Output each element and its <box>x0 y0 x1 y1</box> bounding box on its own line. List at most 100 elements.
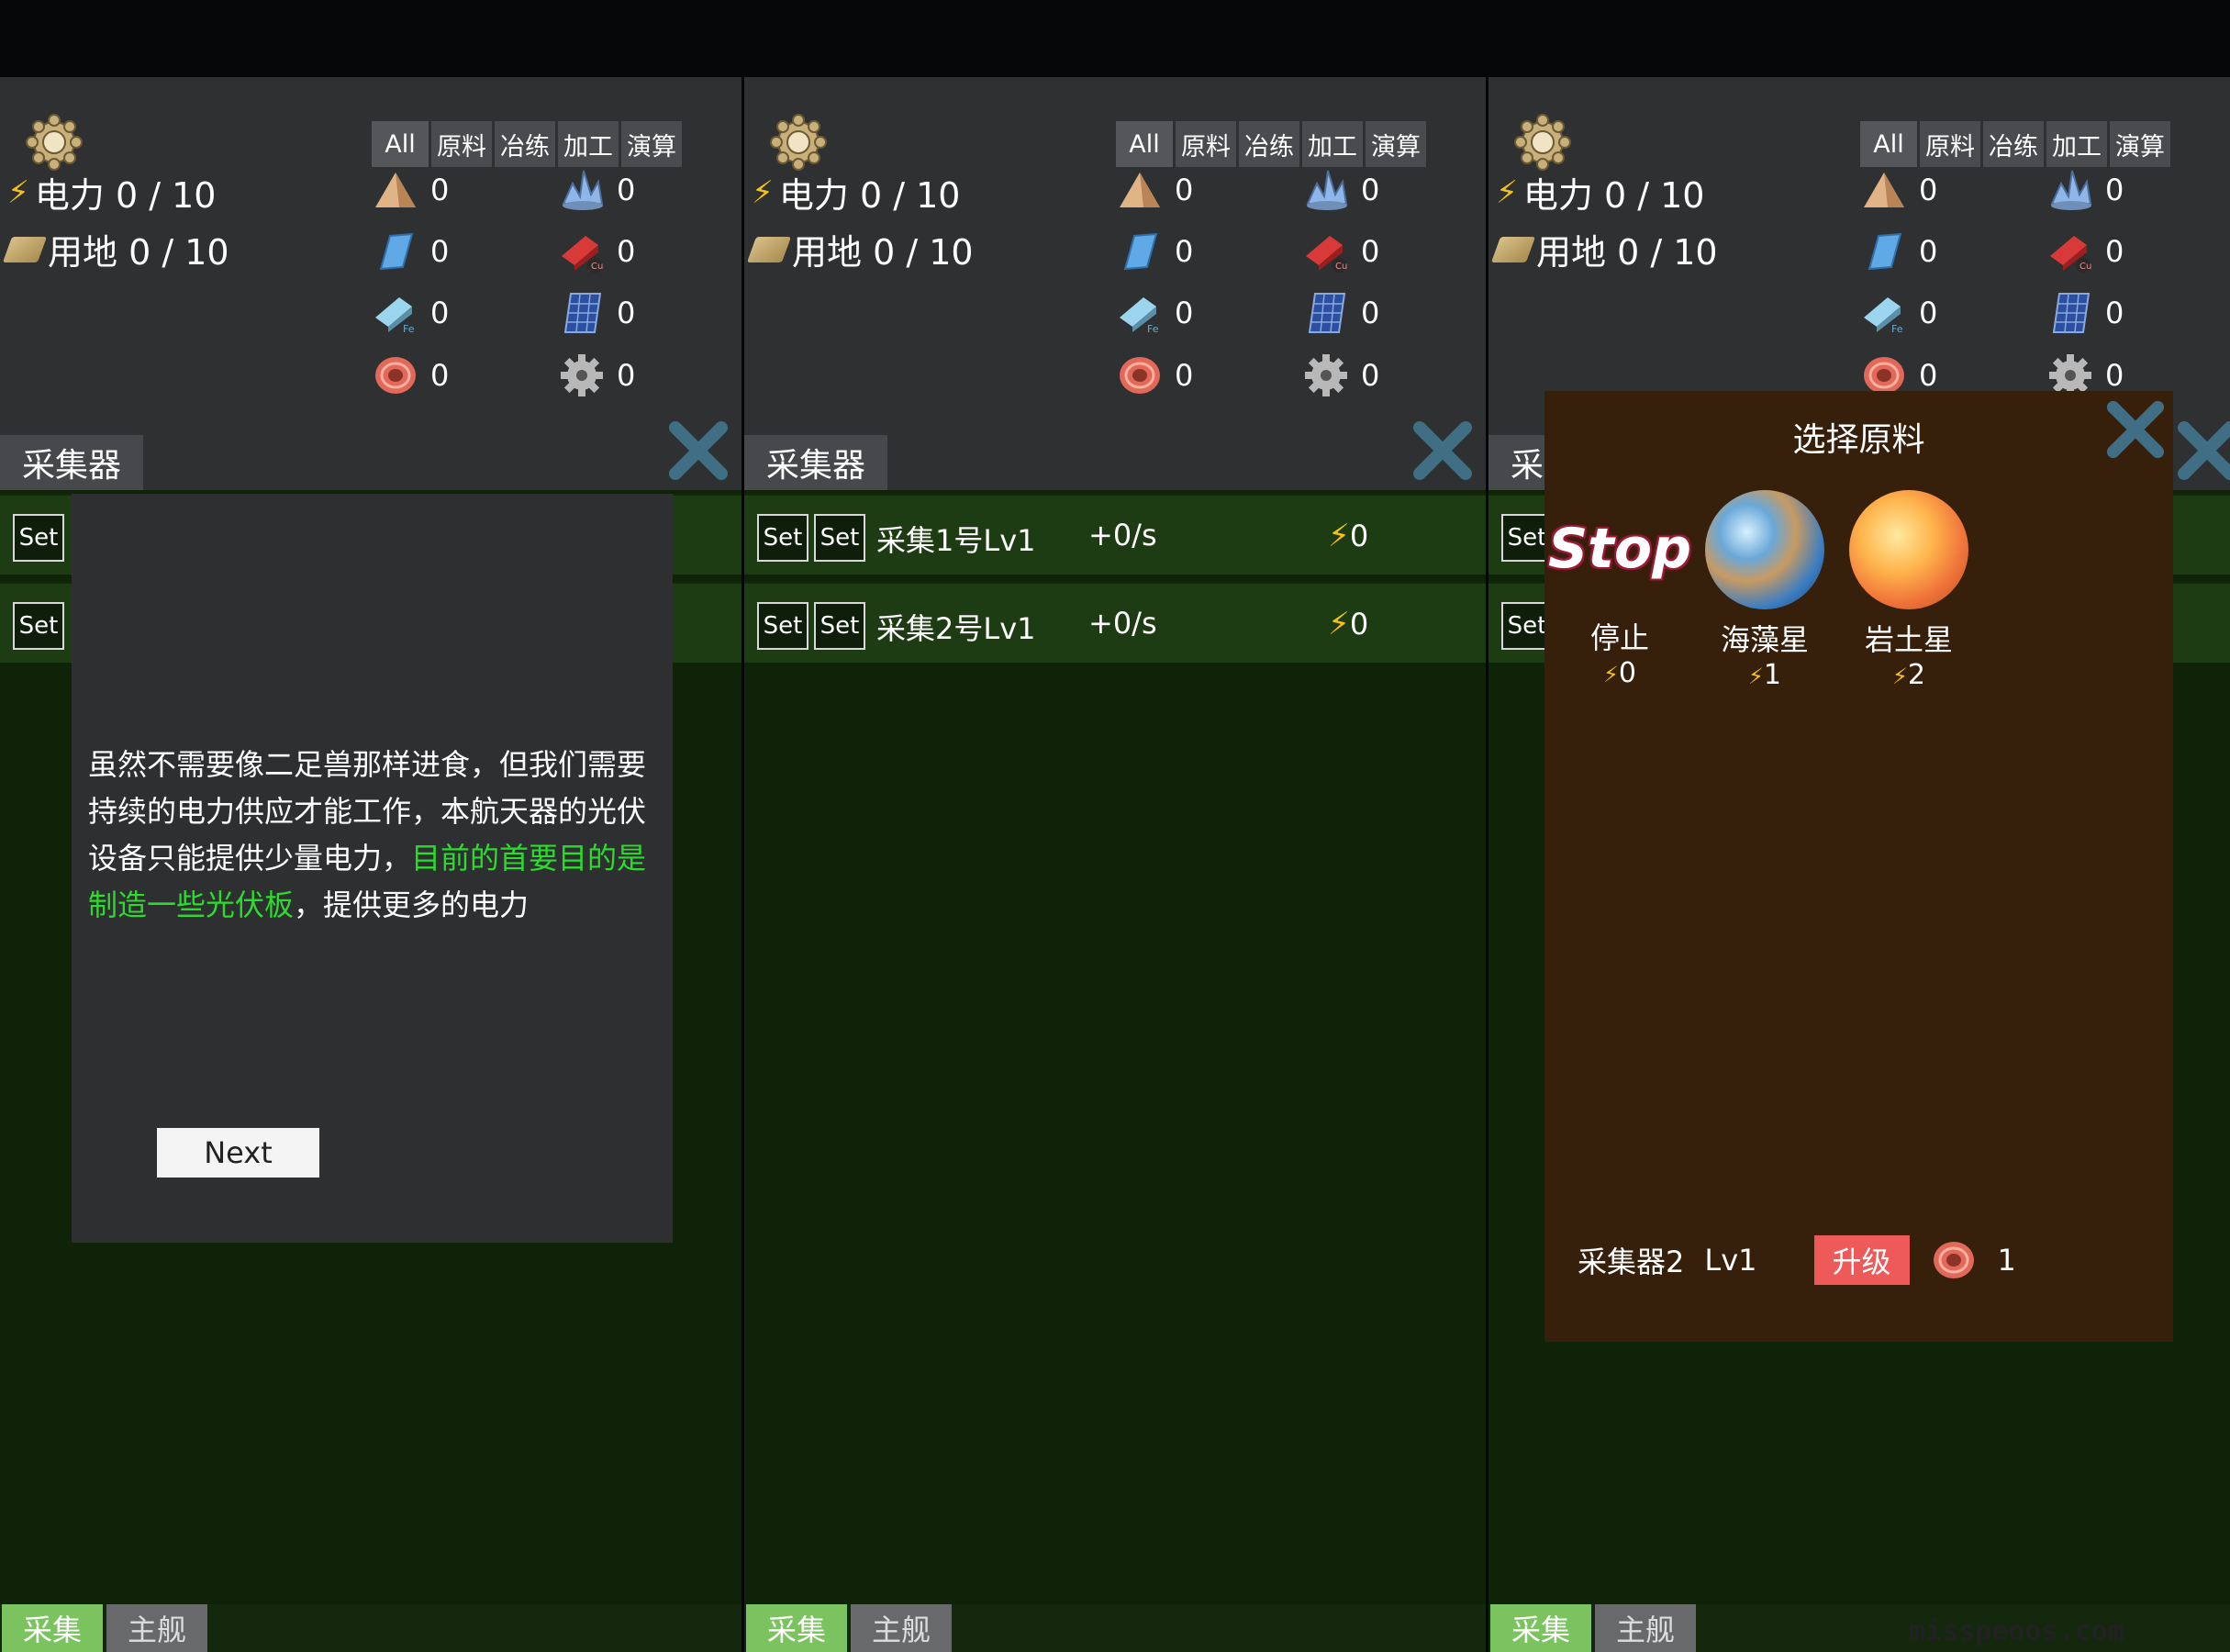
upgrade-button[interactable]: 升级 <box>1813 1235 1910 1285</box>
filter-smelt[interactable]: 冶练 <box>1983 121 2044 167</box>
upgrade-cost: 1 <box>1997 1243 2016 1278</box>
set-button[interactable]: Set <box>757 602 808 650</box>
stop-label: Stop <box>1547 517 1692 581</box>
set-button[interactable]: Set <box>13 514 64 562</box>
collector-name: 采集1号Lv1 <box>876 523 1036 558</box>
screen-collectors: ⚡ 电力 0 / 10 用地 0 / 10 All 原料 冶练 加工 演算 0 0… <box>744 77 1486 1652</box>
land-label: 用地 0 / 10 <box>792 232 974 273</box>
copper-ingot-icon: Cu <box>562 236 603 273</box>
power-label: 电力 0 / 10 <box>778 175 961 216</box>
resource-glass: 0 <box>1116 229 1193 274</box>
land-stat: 用地 0 / 10 <box>2 224 229 274</box>
choice-rock-planet[interactable]: 岩土星 ⚡2 <box>1845 490 1973 691</box>
collector-rate: +0/s <box>1088 606 1157 641</box>
set-button[interactable]: Set <box>814 514 865 562</box>
settings-gear-icon[interactable] <box>1514 114 1571 171</box>
power-label: 电力 0 / 10 <box>34 175 217 216</box>
collector-power: ⚡0 <box>1328 606 1369 642</box>
filter-process[interactable]: 加工 <box>558 121 619 167</box>
next-button[interactable]: Next <box>157 1128 319 1178</box>
choice-cost: ⚡1 <box>1748 659 1781 691</box>
land-stat: 用地 0 / 10 <box>746 224 974 274</box>
choice-seaweed-planet[interactable]: 海藻星 ⚡1 <box>1700 490 1829 691</box>
resource-solar-panel: 0 <box>558 290 635 336</box>
filter-smelt[interactable]: 冶练 <box>1239 121 1299 167</box>
set-button[interactable]: Set <box>814 602 865 650</box>
filter-smelt[interactable]: 冶练 <box>495 121 555 167</box>
copper-coil-icon <box>1933 1242 1974 1278</box>
screen-select-material: ⚡ 电力 0 / 10 用地 0 / 10 All 原料 冶练 加工 演算 0 0… <box>1489 77 2230 1652</box>
close-icon[interactable] <box>1410 419 1475 483</box>
close-icon[interactable] <box>2175 419 2230 483</box>
sand-pile-icon <box>1864 173 1904 207</box>
iron-ingot-icon: Fe <box>375 297 415 335</box>
nav-collect-tab[interactable]: 采集 <box>2 1604 103 1652</box>
svg-text:Cu: Cu <box>1335 262 1347 272</box>
filter-all[interactable]: All <box>1116 121 1173 167</box>
filter-compute[interactable]: 演算 <box>621 121 682 167</box>
resource-sand: 0 <box>1860 167 1937 213</box>
sand-pile-icon <box>375 173 416 207</box>
choice-name: 岩土星 <box>1864 622 1953 657</box>
settings-gear-icon[interactable] <box>26 114 83 171</box>
power-label: 电力 0 / 10 <box>1522 175 1705 216</box>
close-icon[interactable] <box>2104 398 2167 461</box>
resource-gear: 0 <box>558 352 635 398</box>
watermark: misspeoos.com <box>1909 1615 2124 1647</box>
filter-all[interactable]: All <box>372 121 429 167</box>
land-plot-icon <box>1490 236 1536 262</box>
collector-row: Set Set 采集2号Lv1 +0/s ⚡0 <box>744 582 1486 663</box>
choice-name: 停止 <box>1589 620 1649 655</box>
land-stat: 用地 0 / 10 <box>1490 224 1718 274</box>
settings-gear-icon[interactable] <box>770 114 827 171</box>
resource-copper-ingot: Cu 0 <box>558 229 635 274</box>
resource-crystal: 0 <box>2046 167 2124 213</box>
filter-process[interactable]: 加工 <box>1302 121 1363 167</box>
lightning-icon: ⚡ <box>1748 664 1764 689</box>
collector-section-tab[interactable]: 采集器 <box>744 435 888 490</box>
dialog-message: 虽然不需要像二足兽那样进食，但我们需要持续的电力供应才能工作，本航天器的光伏设备… <box>88 747 647 922</box>
resource-glass: 0 <box>372 229 449 274</box>
solar-panel-icon <box>1308 293 1346 333</box>
lightning-icon: ⚡ <box>1603 662 1619 687</box>
nav-ship-tab[interactable]: 主舰 <box>851 1604 952 1652</box>
filter-raw[interactable]: 原料 <box>1176 121 1236 167</box>
set-button[interactable]: Set <box>13 602 64 650</box>
crystal-ore-icon <box>562 170 604 210</box>
nav-collect-tab[interactable]: 采集 <box>1490 1604 1591 1652</box>
filter-compute[interactable]: 演算 <box>1366 121 1426 167</box>
svg-text:Fe: Fe <box>403 323 415 335</box>
filter-compute[interactable]: 演算 <box>2110 121 2170 167</box>
lightning-icon: ⚡ <box>752 173 774 211</box>
resource-crystal: 0 <box>1302 167 1379 213</box>
nav-ship-tab[interactable]: 主舰 <box>1595 1604 1696 1652</box>
resource-glass: 0 <box>1860 229 1937 274</box>
nav-collect-tab[interactable]: 采集 <box>746 1604 847 1652</box>
collector-section-tab[interactable]: 采集器 <box>0 435 144 490</box>
resource-copper-ingot: Cu 0 <box>1302 229 1379 274</box>
set-button[interactable]: Set <box>757 514 808 562</box>
bottom-nav: 采集 主舰 <box>744 1604 1486 1652</box>
filter-raw[interactable]: 原料 <box>1920 121 1980 167</box>
solar-panel-icon <box>2052 293 2091 333</box>
resource-sand: 0 <box>1116 167 1193 213</box>
gear-part-icon <box>561 354 603 396</box>
filter-tabs: All 原料 冶练 加工 演算 <box>1860 121 2170 167</box>
resource-iron-ingot: Fe 0 <box>1116 290 1193 336</box>
svg-text:Fe: Fe <box>1147 323 1159 335</box>
svg-text:Fe: Fe <box>1891 323 1903 335</box>
filter-raw[interactable]: 原料 <box>431 121 492 167</box>
filter-all[interactable]: All <box>1860 121 1917 167</box>
close-icon[interactable] <box>666 419 730 483</box>
lightning-icon: ⚡ <box>7 173 29 211</box>
filter-process[interactable]: 加工 <box>2046 121 2107 167</box>
copper-coil-icon <box>375 357 416 394</box>
tutorial-dialog: 虽然不需要像二足兽那样进食，但我们需要持续的电力供应才能工作，本航天器的光伏设备… <box>72 494 673 1243</box>
nav-ship-tab[interactable]: 主舰 <box>106 1604 207 1652</box>
collector-power: ⚡0 <box>1328 518 1369 554</box>
land-plot-icon <box>746 236 792 262</box>
iron-ingot-icon: Fe <box>1864 297 1903 335</box>
gear-part-icon <box>1305 354 1347 396</box>
sand-pile-icon <box>1120 173 1160 207</box>
choice-stop[interactable]: Stop 停止 ⚡0 <box>1547 490 1692 689</box>
